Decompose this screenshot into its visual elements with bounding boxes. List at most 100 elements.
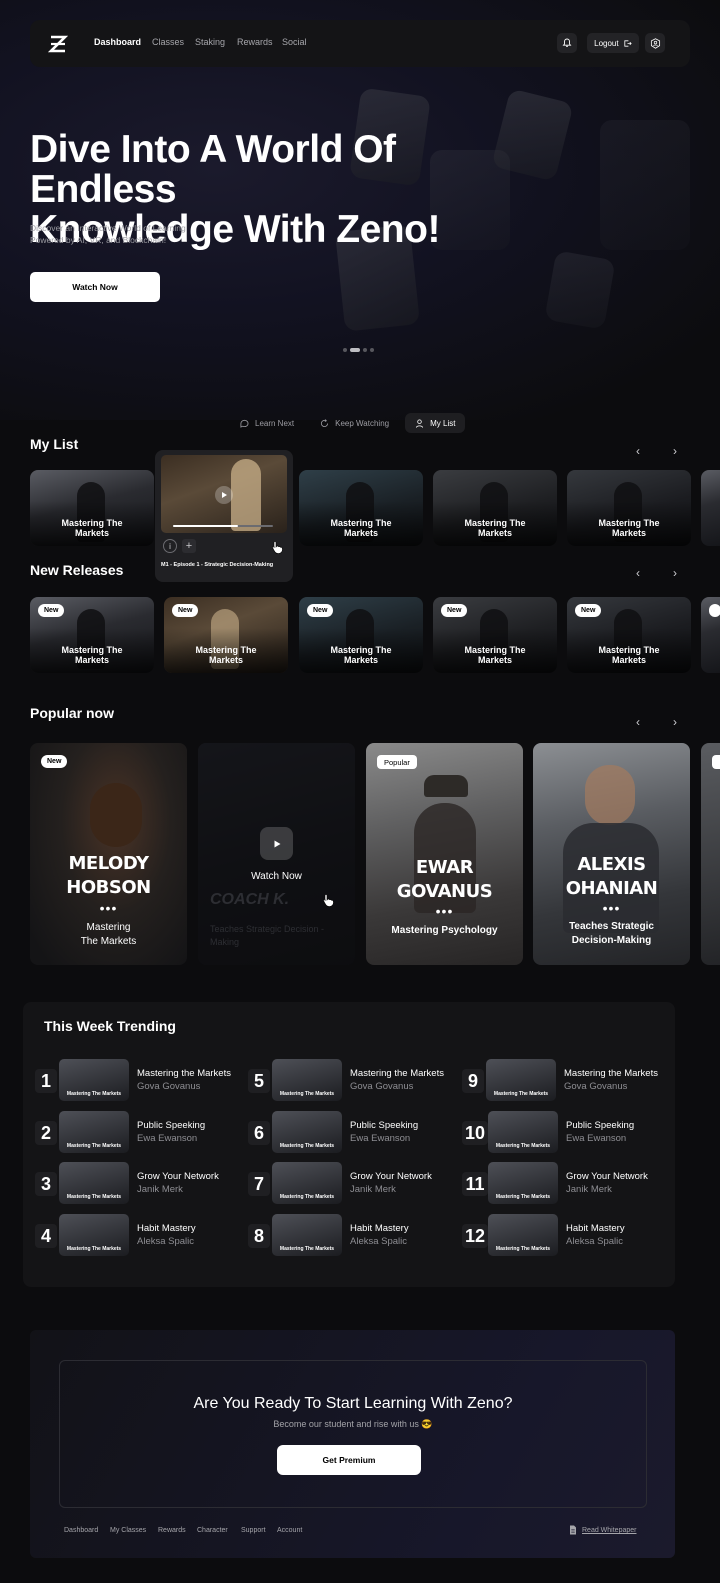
new-release-card[interactable]: New Mastering The Markets [567,597,691,673]
trending-title: This Week Trending [44,1018,176,1034]
new-releases-title: New Releases [30,562,124,578]
trending-thumbnail: Mastering The Markets [272,1162,342,1204]
thumbnail-label: Mastering The Markets [66,1143,122,1149]
watch-now-button[interactable]: Watch Now [30,272,160,302]
my-list-card[interactable]: Mastering The Markets [567,470,691,546]
nav-social[interactable]: Social [282,37,307,47]
logout-button[interactable]: Logout [587,33,639,53]
add-icon[interactable]: + [182,539,196,553]
thumbnail-label: Mastering The Markets [279,1246,335,1252]
trending-item-author: Aleksa Spalic [350,1236,408,1247]
my-list-title: My List [30,436,79,452]
footer-link-my-classes[interactable]: My Classes [110,1527,146,1534]
nav-rewards[interactable]: Rewards [237,37,273,47]
footer-link-support[interactable]: Support [241,1527,266,1534]
popular-card-ewar[interactable]: Popular EWAR GOVANUS ••• Mastering Psycho… [366,743,523,965]
my-list-next-button[interactable]: › [667,443,683,459]
trending-item[interactable]: 7 Mastering The Markets Grow Your Network J… [248,1162,460,1206]
trending-item-title: Mastering the Markets [564,1068,658,1079]
popular-card-melody[interactable]: New MELODY HOBSON ••• Mastering The Market… [30,743,187,965]
carousel-dot[interactable] [343,348,347,352]
carousel-dot[interactable] [370,348,374,352]
carousel-dot[interactable] [363,348,367,352]
nav-dashboard[interactable]: Dashboard [94,37,141,47]
thumbnail-label: Mastering The Markets [495,1143,551,1149]
trending-item[interactable]: 8 Mastering The Markets Habit Mastery Aleks… [248,1214,460,1258]
tab-my-list[interactable]: My List [405,413,466,433]
trending-item[interactable]: 9 Mastering The Markets Mastering the Mark… [462,1059,674,1103]
my-list-card-partial[interactable] [701,470,720,546]
zeno-logo-icon[interactable] [48,34,68,54]
new-releases-prev-button[interactable]: ‹ [630,565,646,581]
trending-item[interactable]: 2 Mastering The Markets Public Speeking Ewa… [35,1111,247,1155]
new-release-card-partial[interactable] [701,597,720,673]
notification-button[interactable] [557,33,577,53]
trending-item[interactable]: 5 Mastering The Markets Mastering the Mark… [248,1059,460,1103]
trending-item[interactable]: 4 Mastering The Markets Habit Mastery Aleks… [35,1214,247,1258]
watch-now-label: Watch Now [251,871,302,882]
play-button[interactable] [260,827,293,860]
new-badge: New [38,604,65,617]
my-list-card[interactable]: Mastering The Markets [433,470,557,546]
read-whitepaper-link[interactable]: Read Whitepaper [582,1527,636,1534]
new-releases-next-button[interactable]: › [667,565,683,581]
hero-subtitle-line: Powered by AI, VR, and Blockchain! [30,235,167,245]
progress-fill [173,525,238,527]
tab-keep-watching[interactable]: Keep Watching [310,413,399,433]
popular-prev-button[interactable]: ‹ [630,714,646,730]
trending-item[interactable]: 10 Mastering The Markets Public Speeking Ew… [462,1111,674,1155]
footer-link-account[interactable]: Account [277,1527,302,1534]
trending-item-title: Grow Your Network [350,1171,432,1182]
trending-item[interactable]: 6 Mastering The Markets Public Speeking Ewa… [248,1111,460,1155]
my-list-card[interactable]: Mastering The Markets [299,470,423,546]
trending-thumbnail: Mastering The Markets [272,1111,342,1153]
info-icon[interactable]: i [163,539,177,553]
thumbnail-label: Mastering The Markets [279,1194,335,1200]
logout-icon [624,39,632,47]
progress-track [173,525,273,527]
nav-classes[interactable]: Classes [152,37,184,47]
footer-link-character[interactable]: Character [197,1527,228,1534]
tab-learn-next[interactable]: Learn Next [230,413,304,433]
trending-item-author: Aleksa Spalic [566,1236,624,1247]
trending-thumbnail: Mastering The Markets [272,1059,342,1101]
card-label: Mastering The Markets [61,518,123,538]
new-release-card[interactable]: New Mastering The Markets [433,597,557,673]
new-badge: New [307,604,334,617]
my-list-hover-card[interactable]: i + M1 - Episode 1 - Strategic Decision-… [155,450,293,582]
new-release-card[interactable]: New Mastering The Markets [164,597,288,673]
profile-button[interactable] [645,33,665,53]
new-release-card[interactable]: New Mastering The Markets [299,597,423,673]
trending-item-title: Grow Your Network [566,1171,648,1182]
trending-rank: 1 [35,1069,57,1093]
trending-item[interactable]: 12 Mastering The Markets Habit Mastery Alek… [462,1214,674,1258]
popular-next-button[interactable]: › [667,714,683,730]
my-list-prev-button[interactable]: ‹ [630,443,646,459]
trending-thumbnail: Mastering The Markets [59,1214,129,1256]
new-release-card[interactable]: New Mastering The Markets [30,597,154,673]
new-badge [709,604,720,617]
new-badge: New [441,604,468,617]
popular-card-alexis[interactable]: ALEXIS OHANIAN ••• Teaches Strategic Decis… [533,743,690,965]
get-premium-button[interactable]: Get Premium [277,1445,421,1475]
footer-link-rewards[interactable]: Rewards [158,1527,186,1534]
trending-item-title: Public Speeking [350,1120,419,1131]
trending-rank: 12 [462,1224,488,1248]
cta-subtitle: Become our student and rise with us 😎 [273,1419,433,1429]
popular-card-coach-k[interactable]: Watch Now COACH K. Teaches Strategic Dec… [198,743,355,965]
new-badge: New [575,604,602,617]
my-list-card[interactable]: Mastering The Markets [30,470,154,546]
nav-staking[interactable]: Staking [195,37,225,47]
trending-item[interactable]: 3 Mastering The Markets Grow Your Network J… [35,1162,247,1206]
user-icon [416,418,424,428]
hero-floating-image [600,120,690,250]
card-label: Mastering The Markets [195,645,257,665]
footer-link-dashboard[interactable]: Dashboard [64,1527,98,1534]
trending-thumbnail: Mastering The Markets [59,1059,129,1101]
course-name: Teaches Strategic Decision - Making [210,924,325,947]
carousel-dot-active[interactable] [350,348,360,352]
trending-item[interactable]: 11 Mastering The Markets Grow Your Network… [462,1162,674,1206]
play-icon[interactable] [215,486,233,504]
popular-card-partial[interactable] [701,743,720,965]
trending-item[interactable]: 1 Mastering The Markets Mastering the Mark… [35,1059,247,1103]
